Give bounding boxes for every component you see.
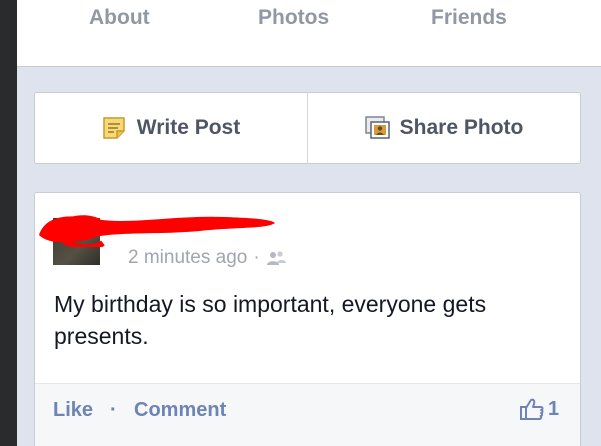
write-post-button[interactable]: Write Post (35, 93, 307, 163)
footer-separator: · (110, 399, 117, 421)
like-count-value: 1 (548, 397, 560, 420)
post-meta: 2 minutes ago · (128, 247, 288, 269)
tab-photos[interactable]: Photos (258, 6, 329, 30)
share-photo-button[interactable]: Share Photo (308, 93, 580, 163)
write-post-label: Write Post (136, 116, 241, 139)
share-photo-icon (364, 116, 391, 140)
post-footer: Like · Comment 1 (35, 383, 580, 446)
tab-friends[interactable]: Friends (431, 6, 507, 30)
thumbs-up-icon (519, 397, 545, 421)
redacted-author-name (39, 215, 275, 247)
like-button[interactable]: Like (53, 399, 93, 422)
post-timestamp[interactable]: 2 minutes ago (128, 247, 247, 269)
tab-about[interactable]: About (89, 6, 150, 30)
write-post-icon (102, 116, 128, 140)
comment-button[interactable]: Comment (134, 399, 226, 422)
post-body-text: My birthday is so important, everyone ge… (54, 291, 487, 349)
share-photo-label: Share Photo (399, 116, 524, 139)
facebook-timeline-screen: About Photos Friends Write Post Share Ph… (17, 0, 601, 446)
profile-tab-bar: About Photos Friends (17, 0, 601, 67)
meta-separator: · (253, 247, 260, 268)
like-count[interactable]: 1 (519, 397, 559, 421)
feed-post: 2 minutes ago · My birthday is so import… (34, 192, 581, 446)
composer-action-bar: Write Post Share Photo (34, 92, 581, 164)
friends-icon[interactable] (266, 250, 288, 266)
